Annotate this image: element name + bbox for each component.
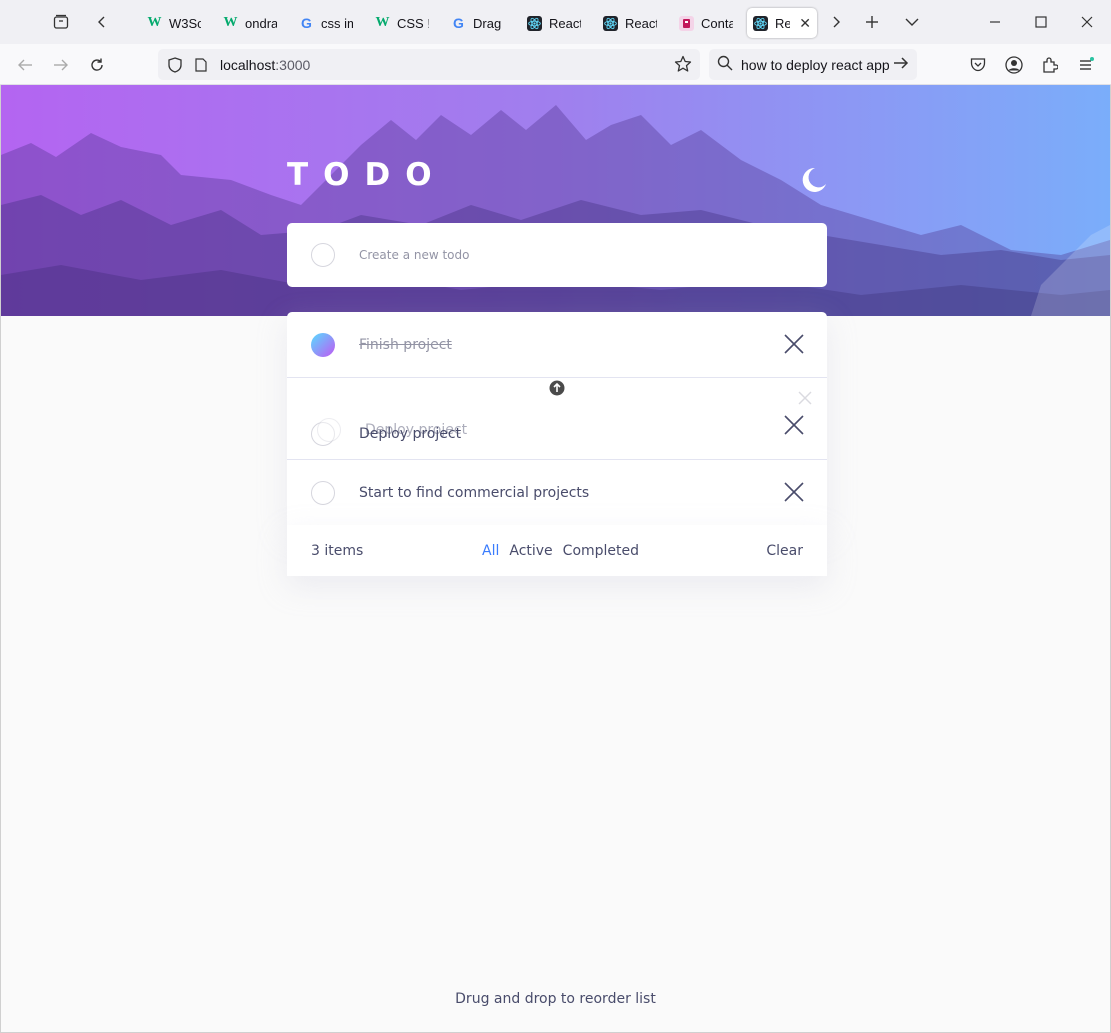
todo-text: Start to find commercial projects bbox=[359, 484, 590, 501]
todo-text: Finish project bbox=[359, 336, 452, 353]
react-icon bbox=[603, 15, 618, 31]
react-icon bbox=[527, 15, 542, 31]
tab-react-active[interactable]: Rea ✕ bbox=[747, 8, 817, 38]
shield-icon[interactable] bbox=[164, 56, 186, 73]
tab-drag-and-drop[interactable]: G Drag a bbox=[445, 8, 511, 38]
filter-all[interactable]: All bbox=[482, 543, 499, 559]
filter-group: All Active Completed bbox=[482, 543, 639, 559]
tab-contact[interactable]: Conta bbox=[673, 8, 739, 38]
maximize-icon[interactable] bbox=[1028, 0, 1054, 44]
account-icon[interactable] bbox=[999, 44, 1029, 85]
forward-icon[interactable] bbox=[46, 44, 76, 85]
remove-todo-icon[interactable] bbox=[783, 414, 805, 436]
scroll-tabs-left-icon[interactable] bbox=[92, 0, 112, 44]
app-title: TODO bbox=[287, 157, 447, 193]
tab-ondra[interactable]: W ondra bbox=[217, 8, 283, 38]
tab-label: Drag a bbox=[473, 15, 505, 31]
tab-css-important[interactable]: W CSS !ir bbox=[369, 8, 435, 38]
minimize-icon[interactable] bbox=[982, 0, 1008, 44]
todo-item[interactable]: Start to find commercial projects bbox=[287, 460, 827, 526]
new-todo-check-circle[interactable] bbox=[311, 243, 335, 267]
google-icon: G bbox=[453, 15, 464, 31]
window-close-icon[interactable] bbox=[1074, 0, 1100, 44]
search-bar[interactable]: how to deploy react app bbox=[709, 49, 917, 80]
ghost-remove-icon bbox=[797, 390, 813, 410]
clear-completed-button[interactable]: Clear bbox=[766, 543, 803, 559]
todo-item[interactable]: Finish project bbox=[287, 312, 827, 378]
page-viewport: TODO Finish project Deploy project bbox=[0, 85, 1111, 1033]
items-left-count: 3 items bbox=[311, 542, 364, 559]
search-icon bbox=[717, 55, 733, 74]
moon-icon[interactable] bbox=[798, 165, 828, 195]
google-icon: G bbox=[301, 15, 312, 31]
contact-icon bbox=[679, 15, 694, 31]
app-menu-icon[interactable] bbox=[1071, 44, 1101, 85]
w3schools-icon: W bbox=[223, 15, 238, 30]
w3schools-icon: W bbox=[375, 15, 390, 30]
url-port: :3000 bbox=[275, 56, 311, 73]
pocket-icon[interactable] bbox=[963, 44, 993, 85]
tab-overview-icon[interactable] bbox=[48, 0, 74, 44]
tab-label: React bbox=[549, 15, 581, 31]
filter-completed[interactable]: Completed bbox=[563, 543, 639, 559]
todo-check-circle[interactable] bbox=[311, 421, 335, 446]
page-icon bbox=[190, 57, 212, 72]
remove-todo-icon[interactable] bbox=[783, 481, 805, 503]
tab-label: ondra bbox=[245, 15, 277, 31]
back-icon[interactable] bbox=[10, 44, 40, 85]
tab-css-im[interactable]: G css im bbox=[293, 8, 359, 38]
tab-label: React bbox=[625, 15, 657, 31]
tab-label: W3Sc bbox=[169, 15, 201, 31]
filter-active[interactable]: Active bbox=[509, 543, 552, 559]
todo-footer: 3 items All Active Completed Clear bbox=[287, 525, 827, 576]
todo-text: Deploy project bbox=[359, 425, 462, 442]
tab-label: CSS !ir bbox=[397, 15, 429, 31]
extensions-icon[interactable] bbox=[1035, 44, 1065, 85]
close-icon[interactable]: ✕ bbox=[799, 15, 811, 32]
drag-drop-hint: Drug and drop to reorder list bbox=[455, 991, 656, 1007]
tab-label: Rea bbox=[775, 15, 791, 31]
w3schools-icon: W bbox=[147, 15, 162, 30]
new-tab-icon[interactable] bbox=[861, 0, 883, 44]
address-bar[interactable]: localhost:3000 bbox=[158, 49, 700, 80]
new-todo-input[interactable] bbox=[359, 248, 779, 262]
todo-item[interactable]: Deploy project Deploy project bbox=[287, 378, 827, 460]
browser-nav-bar: localhost:3000 how to deploy react app bbox=[0, 44, 1111, 85]
tab-react-1[interactable]: React bbox=[521, 8, 587, 38]
tab-w3schools[interactable]: W W3Sc bbox=[141, 8, 207, 38]
tab-label: css im bbox=[321, 15, 353, 31]
scroll-tabs-right-icon[interactable] bbox=[826, 0, 846, 44]
tab-label: Conta bbox=[701, 15, 733, 31]
url-text: localhost:3000 bbox=[220, 57, 310, 73]
bookmark-star-icon[interactable] bbox=[674, 55, 692, 77]
browser-tab-bar: W W3Sc W ondra G css im W CSS !ir G Drag… bbox=[0, 0, 1111, 44]
list-all-tabs-icon[interactable] bbox=[901, 0, 923, 44]
url-host: localhost bbox=[220, 56, 276, 73]
tab-react-2[interactable]: React bbox=[597, 8, 663, 38]
todo-list: Finish project Deploy project Deploy pro… bbox=[287, 312, 827, 526]
todo-check-circle-checked[interactable] bbox=[311, 332, 335, 357]
react-icon bbox=[753, 15, 768, 31]
reload-icon[interactable] bbox=[82, 44, 112, 85]
todo-check-circle[interactable] bbox=[311, 480, 335, 505]
drag-cursor-icon bbox=[549, 380, 565, 396]
new-todo-form bbox=[287, 223, 827, 287]
search-go-arrow-icon[interactable] bbox=[893, 56, 909, 73]
remove-todo-icon[interactable] bbox=[783, 333, 805, 355]
search-query: how to deploy react app bbox=[741, 56, 889, 73]
